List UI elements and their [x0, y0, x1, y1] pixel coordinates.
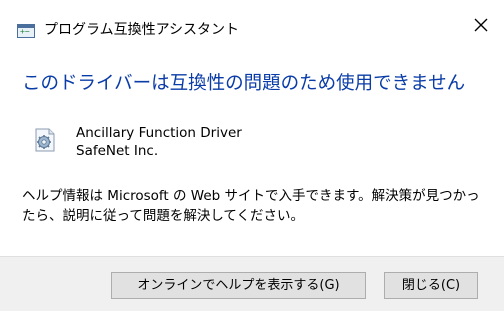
- dialog-heading: このドライバーは互換性の問題のため使用できません: [22, 73, 466, 94]
- driver-settings-icon: [35, 128, 55, 152]
- online-help-button[interactable]: オンラインでヘルプを表示する(G): [111, 272, 366, 299]
- help-message: ヘルプ情報は Microsoft の Web サイトで入手できます。解決策が見つ…: [22, 188, 480, 224]
- title-bar[interactable]: +− プログラム互換性アシスタント: [0, 0, 504, 50]
- dialog-footer: オンラインでヘルプを表示する(G) 閉じる(C): [0, 256, 504, 311]
- close-window-button[interactable]: [458, 8, 504, 42]
- close-button[interactable]: 閉じる(C): [384, 272, 478, 299]
- program-compatibility-icon: +−: [17, 24, 35, 38]
- window-title: プログラム互換性アシスタント: [44, 22, 240, 38]
- compatibility-dialog: +− プログラム互換性アシスタント このドライバーは互換性の問題のため使用できま…: [0, 0, 504, 311]
- driver-vendor: SafeNet Inc.: [76, 143, 159, 159]
- driver-name: Ancillary Function Driver: [76, 125, 242, 141]
- close-icon: [474, 18, 488, 32]
